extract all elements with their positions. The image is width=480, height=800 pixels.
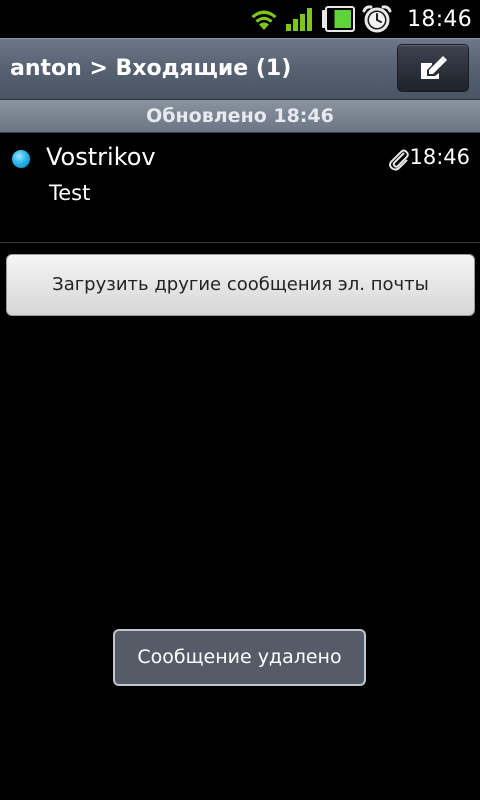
last-updated-bar: Обновлено 18:46 [0, 100, 480, 133]
compose-button[interactable] [397, 44, 469, 92]
message-deleted-toast: Сообщение удалено [113, 629, 366, 686]
message-time: 18:46 [409, 145, 470, 169]
load-more-messages-button[interactable]: Загрузить другие сообщения эл. почты [6, 254, 475, 316]
status-icons: 18:46 [249, 0, 472, 38]
attachment-icon [389, 149, 409, 171]
wifi-icon [251, 10, 277, 30]
unread-indicator-icon [12, 150, 30, 168]
message-subject: Test [49, 181, 91, 205]
battery-icon [322, 6, 356, 32]
page-title[interactable]: anton > Входящие (1) [10, 39, 291, 99]
signal-icon [286, 8, 313, 31]
message-list-item[interactable]: Vostrikov Test 18:46 [0, 134, 480, 242]
title-bar: anton > Входящие (1) [0, 38, 480, 100]
status-bar: 18:46 [0, 0, 480, 38]
clock-time: 18:46 [407, 6, 472, 32]
compose-icon [421, 56, 447, 79]
alarm-icon [362, 5, 392, 33]
message-sender: Vostrikov [46, 143, 156, 171]
list-divider [0, 242, 480, 243]
